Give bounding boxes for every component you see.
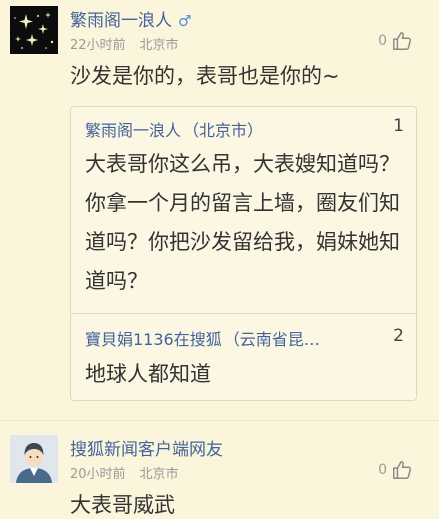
username[interactable]: 繁雨阁一浪人 ♂ — [70, 6, 191, 31]
reply-item[interactable]: 繁雨阁一浪人 （北京市） 1 大表哥你这么吊，大表嫂知道吗？你拿一个月的留言上墙，… — [71, 107, 416, 313]
comment-meta: 20小时前 北京市 — [70, 463, 179, 482]
like-count: 0 — [378, 462, 387, 478]
comment-time: 22小时前 — [70, 38, 126, 53]
comment-location: 北京市 — [139, 38, 179, 53]
comment-meta: 22小时前 北京市 — [70, 34, 179, 53]
reply-floor-number: 1 — [393, 116, 404, 136]
reply-author[interactable]: 繁雨阁一浪人 （北京市） — [85, 117, 402, 141]
username[interactable]: 搜狐新闻客户端网友 — [70, 435, 223, 460]
comment-item: 搜狐新闻客户端网友 20小时前 北京市 0 大表哥威武 — [0, 420, 439, 519]
comment-location: 北京市 — [139, 467, 179, 482]
like-count: 0 — [378, 33, 387, 49]
comment-time: 20小时前 — [70, 467, 126, 482]
avatar[interactable] — [10, 435, 58, 483]
reply-text: 地球人都知道 — [85, 362, 211, 386]
comment-text: 大表哥威武 — [70, 493, 175, 517]
reply-author[interactable]: 寶貝娟1136在搜狐 （云南省昆… — [85, 326, 360, 350]
username-text[interactable]: 繁雨阁一浪人 — [70, 11, 172, 31]
reply-location: （云南省昆… — [223, 330, 320, 349]
reply-location: （北京市） — [183, 121, 264, 140]
male-icon: ♂ — [178, 12, 192, 30]
reply-username[interactable]: 寶貝娟1136在搜狐 — [85, 330, 222, 349]
reply-item[interactable]: 寶貝娟1136在搜狐 （云南省昆… 2 地球人都知道 — [71, 313, 416, 400]
comment-text: 沙发是你的，表哥也是你的~ — [70, 64, 340, 88]
default-user-avatar-image — [10, 435, 58, 483]
like-button[interactable]: 0 — [378, 459, 413, 481]
thumbs-up-icon — [393, 461, 412, 479]
reply-username[interactable]: 繁雨阁一浪人 — [85, 121, 181, 140]
comment-item: 繁雨阁一浪人 ♂ 22小时前 北京市 0 沙发是你的，表哥也是你的~ 繁雨阁一浪人（… — [0, 0, 439, 420]
sparkle-avatar-image — [10, 6, 58, 54]
reply-text: 大表哥你这么吊，大表嫂知道吗？你拿一个月的留言上墙，圈友们知道吗？你把沙发留给我… — [85, 152, 400, 293]
thumbs-up-icon — [393, 32, 412, 50]
reply-thread: 繁雨阁一浪人 （北京市） 1 大表哥你这么吊，大表嫂知道吗？你拿一个月的留言上墙，… — [70, 106, 417, 401]
reply-floor-number: 2 — [393, 326, 404, 346]
like-button[interactable]: 0 — [378, 30, 413, 52]
avatar[interactable] — [10, 6, 58, 54]
